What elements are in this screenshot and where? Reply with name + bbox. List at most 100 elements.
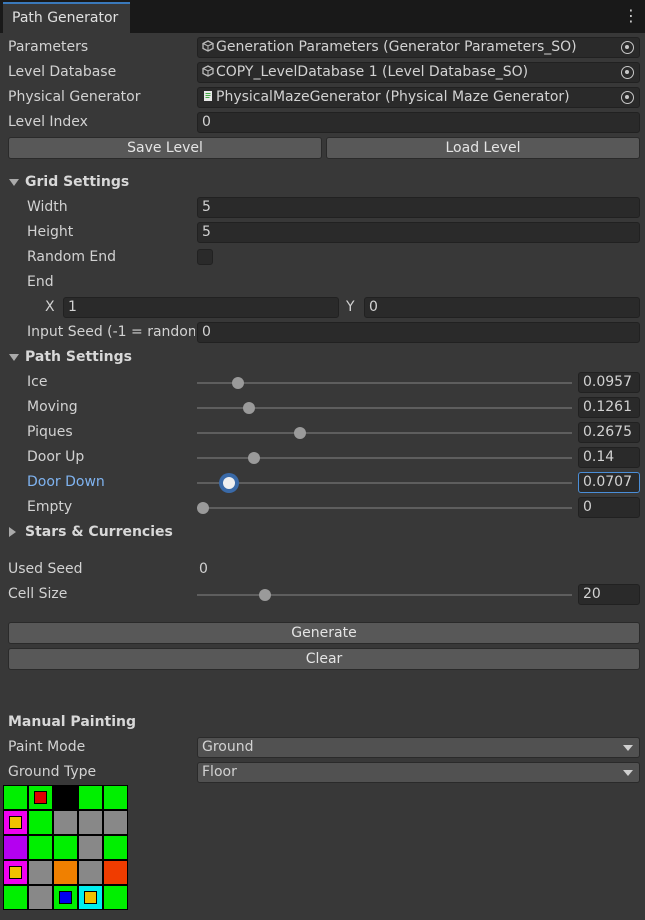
paint-grid-cell[interactable]	[54, 861, 77, 884]
paint-grid-cell[interactable]	[79, 811, 102, 834]
door-up-label: Door Up	[27, 449, 85, 465]
end-y-label: Y	[346, 299, 355, 315]
paint-grid-cell[interactable]	[29, 811, 52, 834]
end-y-input[interactable]: 0	[364, 297, 640, 318]
height-input[interactable]: 5	[197, 222, 640, 243]
generate-button[interactable]: Generate	[8, 622, 640, 644]
door-down-slider-track[interactable]	[197, 482, 572, 484]
moving-slider-handle[interactable]	[242, 402, 255, 414]
physical-generator-field[interactable]: PhysicalMazeGenerator (Physical Maze Gen…	[197, 87, 640, 108]
cell-size-row: Cell Size 20	[0, 583, 645, 606]
paint-grid-cell[interactable]	[79, 886, 102, 909]
save-level-button[interactable]: Save Level	[8, 137, 322, 159]
end-label: End	[27, 274, 54, 290]
ice-value-input[interactable]: 0.0957	[578, 372, 640, 393]
object-picker-icon[interactable]	[621, 66, 634, 79]
moving-slider-row: Moving 0.1261	[0, 396, 645, 419]
piques-value-input[interactable]: 0.2675	[578, 422, 640, 443]
stars-currencies-foldout[interactable]: Stars & Currencies	[0, 521, 645, 544]
paint-grid-cell[interactable]	[29, 836, 52, 859]
door-up-value-input[interactable]: 0.14	[578, 447, 640, 468]
parameters-field[interactable]: Generation Parameters (Generator Paramet…	[197, 37, 640, 58]
paint-grid-cell[interactable]	[4, 786, 27, 809]
paint-grid-cell[interactable]	[4, 811, 27, 834]
empty-slider-handle[interactable]	[197, 502, 209, 514]
paint-grid-cell[interactable]	[54, 886, 77, 909]
paint-mode-dropdown[interactable]: Ground	[197, 737, 640, 758]
door-up-slider-row: Door Up 0.14	[0, 446, 645, 469]
ground-type-dropdown[interactable]: Floor	[197, 762, 640, 783]
paint-grid-cell[interactable]	[4, 861, 27, 884]
physical-generator-value: PhysicalMazeGenerator (Physical Maze Gen…	[216, 89, 570, 105]
level-index-input[interactable]: 0	[197, 112, 640, 133]
level-database-label: Level Database	[8, 64, 117, 80]
door-down-value-input[interactable]: 0.0707	[578, 472, 640, 493]
level-database-row: Level Database COPY_LevelDatabase 1 (Lev…	[0, 61, 645, 84]
width-input[interactable]: 5	[197, 197, 640, 218]
paint-grid-cell[interactable]	[29, 786, 52, 809]
level-index-label: Level Index	[8, 114, 88, 130]
paint-grid-cell[interactable]	[104, 886, 127, 909]
scriptable-object-icon	[202, 40, 214, 52]
object-picker-icon[interactable]	[621, 91, 634, 104]
paint-grid-cell[interactable]	[54, 836, 77, 859]
object-picker-icon[interactable]	[621, 41, 634, 54]
moving-label: Moving	[27, 399, 78, 415]
parameters-label: Parameters	[8, 39, 89, 55]
clear-button[interactable]: Clear	[8, 648, 640, 670]
paint-grid-cell[interactable]	[79, 786, 102, 809]
random-end-row: Random End	[0, 246, 645, 269]
cell-size-slider-handle[interactable]	[258, 589, 271, 601]
input-seed-label: Input Seed (-1 = random	[27, 324, 195, 340]
piques-label: Piques	[27, 424, 73, 440]
door-up-slider-handle[interactable]	[247, 452, 260, 464]
paint-grid-cell[interactable]	[54, 811, 77, 834]
random-end-checkbox[interactable]	[197, 249, 213, 265]
paint-grid-cell[interactable]	[54, 786, 77, 809]
paint-grid-cell[interactable]	[104, 786, 127, 809]
door-down-slider-row: Door Down 0.0707	[0, 471, 645, 494]
paint-grid-cell[interactable]	[4, 886, 27, 909]
used-seed-label: Used Seed	[8, 561, 83, 577]
load-level-button[interactable]: Load Level	[326, 137, 640, 159]
tab-bar: Path Generator ⋮	[0, 0, 645, 33]
paint-mode-value: Ground	[202, 739, 254, 755]
foldout-collapsed-icon	[9, 527, 16, 537]
cell-size-slider-track[interactable]	[197, 594, 572, 596]
ice-slider-handle[interactable]	[231, 377, 244, 389]
level-database-field[interactable]: COPY_LevelDatabase 1 (Level Database_SO)	[197, 62, 640, 83]
cell-size-value-input[interactable]: 20	[578, 584, 640, 605]
path-settings-foldout[interactable]: Path Settings	[0, 346, 645, 369]
end-x-input[interactable]: 1	[63, 297, 339, 318]
ice-slider-track[interactable]	[197, 382, 572, 384]
ground-type-row: Ground Type Floor	[0, 761, 645, 784]
manual-painting-title: Manual Painting	[8, 714, 137, 730]
random-end-label: Random End	[27, 249, 117, 265]
door-down-slider-handle[interactable]	[222, 477, 235, 489]
dropdown-arrow-icon	[623, 745, 633, 751]
tab-path-generator[interactable]: Path Generator	[3, 2, 130, 33]
paint-grid-cell[interactable]	[79, 836, 102, 859]
paint-grid-cell[interactable]	[104, 836, 127, 859]
paint-grid-cell[interactable]	[29, 861, 52, 884]
paint-mode-label: Paint Mode	[8, 739, 86, 755]
parameters-value: Generation Parameters (Generator Paramet…	[216, 39, 577, 55]
end-xy-row: X 1 Y 0	[0, 296, 645, 319]
moving-value-input[interactable]: 0.1261	[578, 397, 640, 418]
paint-grid-cell[interactable]	[79, 861, 102, 884]
kebab-menu-icon[interactable]: ⋮	[623, 5, 639, 27]
paint-grid-cell[interactable]	[104, 811, 127, 834]
used-seed-row: Used Seed 0	[0, 558, 645, 581]
piques-slider-handle[interactable]	[294, 427, 307, 439]
paint-grid-cell[interactable]	[4, 836, 27, 859]
scriptable-object-icon	[202, 65, 214, 77]
paint-grid-cell[interactable]	[29, 886, 52, 909]
paint-grid[interactable]	[3, 785, 128, 910]
input-seed-input[interactable]: 0	[197, 322, 640, 343]
piques-slider-track[interactable]	[197, 432, 572, 434]
paint-grid-cell[interactable]	[104, 861, 127, 884]
empty-value-input[interactable]: 0	[578, 497, 640, 518]
grid-settings-foldout[interactable]: Grid Settings	[0, 171, 645, 194]
physical-generator-row: Physical Generator PhysicalMazeGenerator…	[0, 86, 645, 109]
empty-slider-track[interactable]	[197, 507, 572, 509]
